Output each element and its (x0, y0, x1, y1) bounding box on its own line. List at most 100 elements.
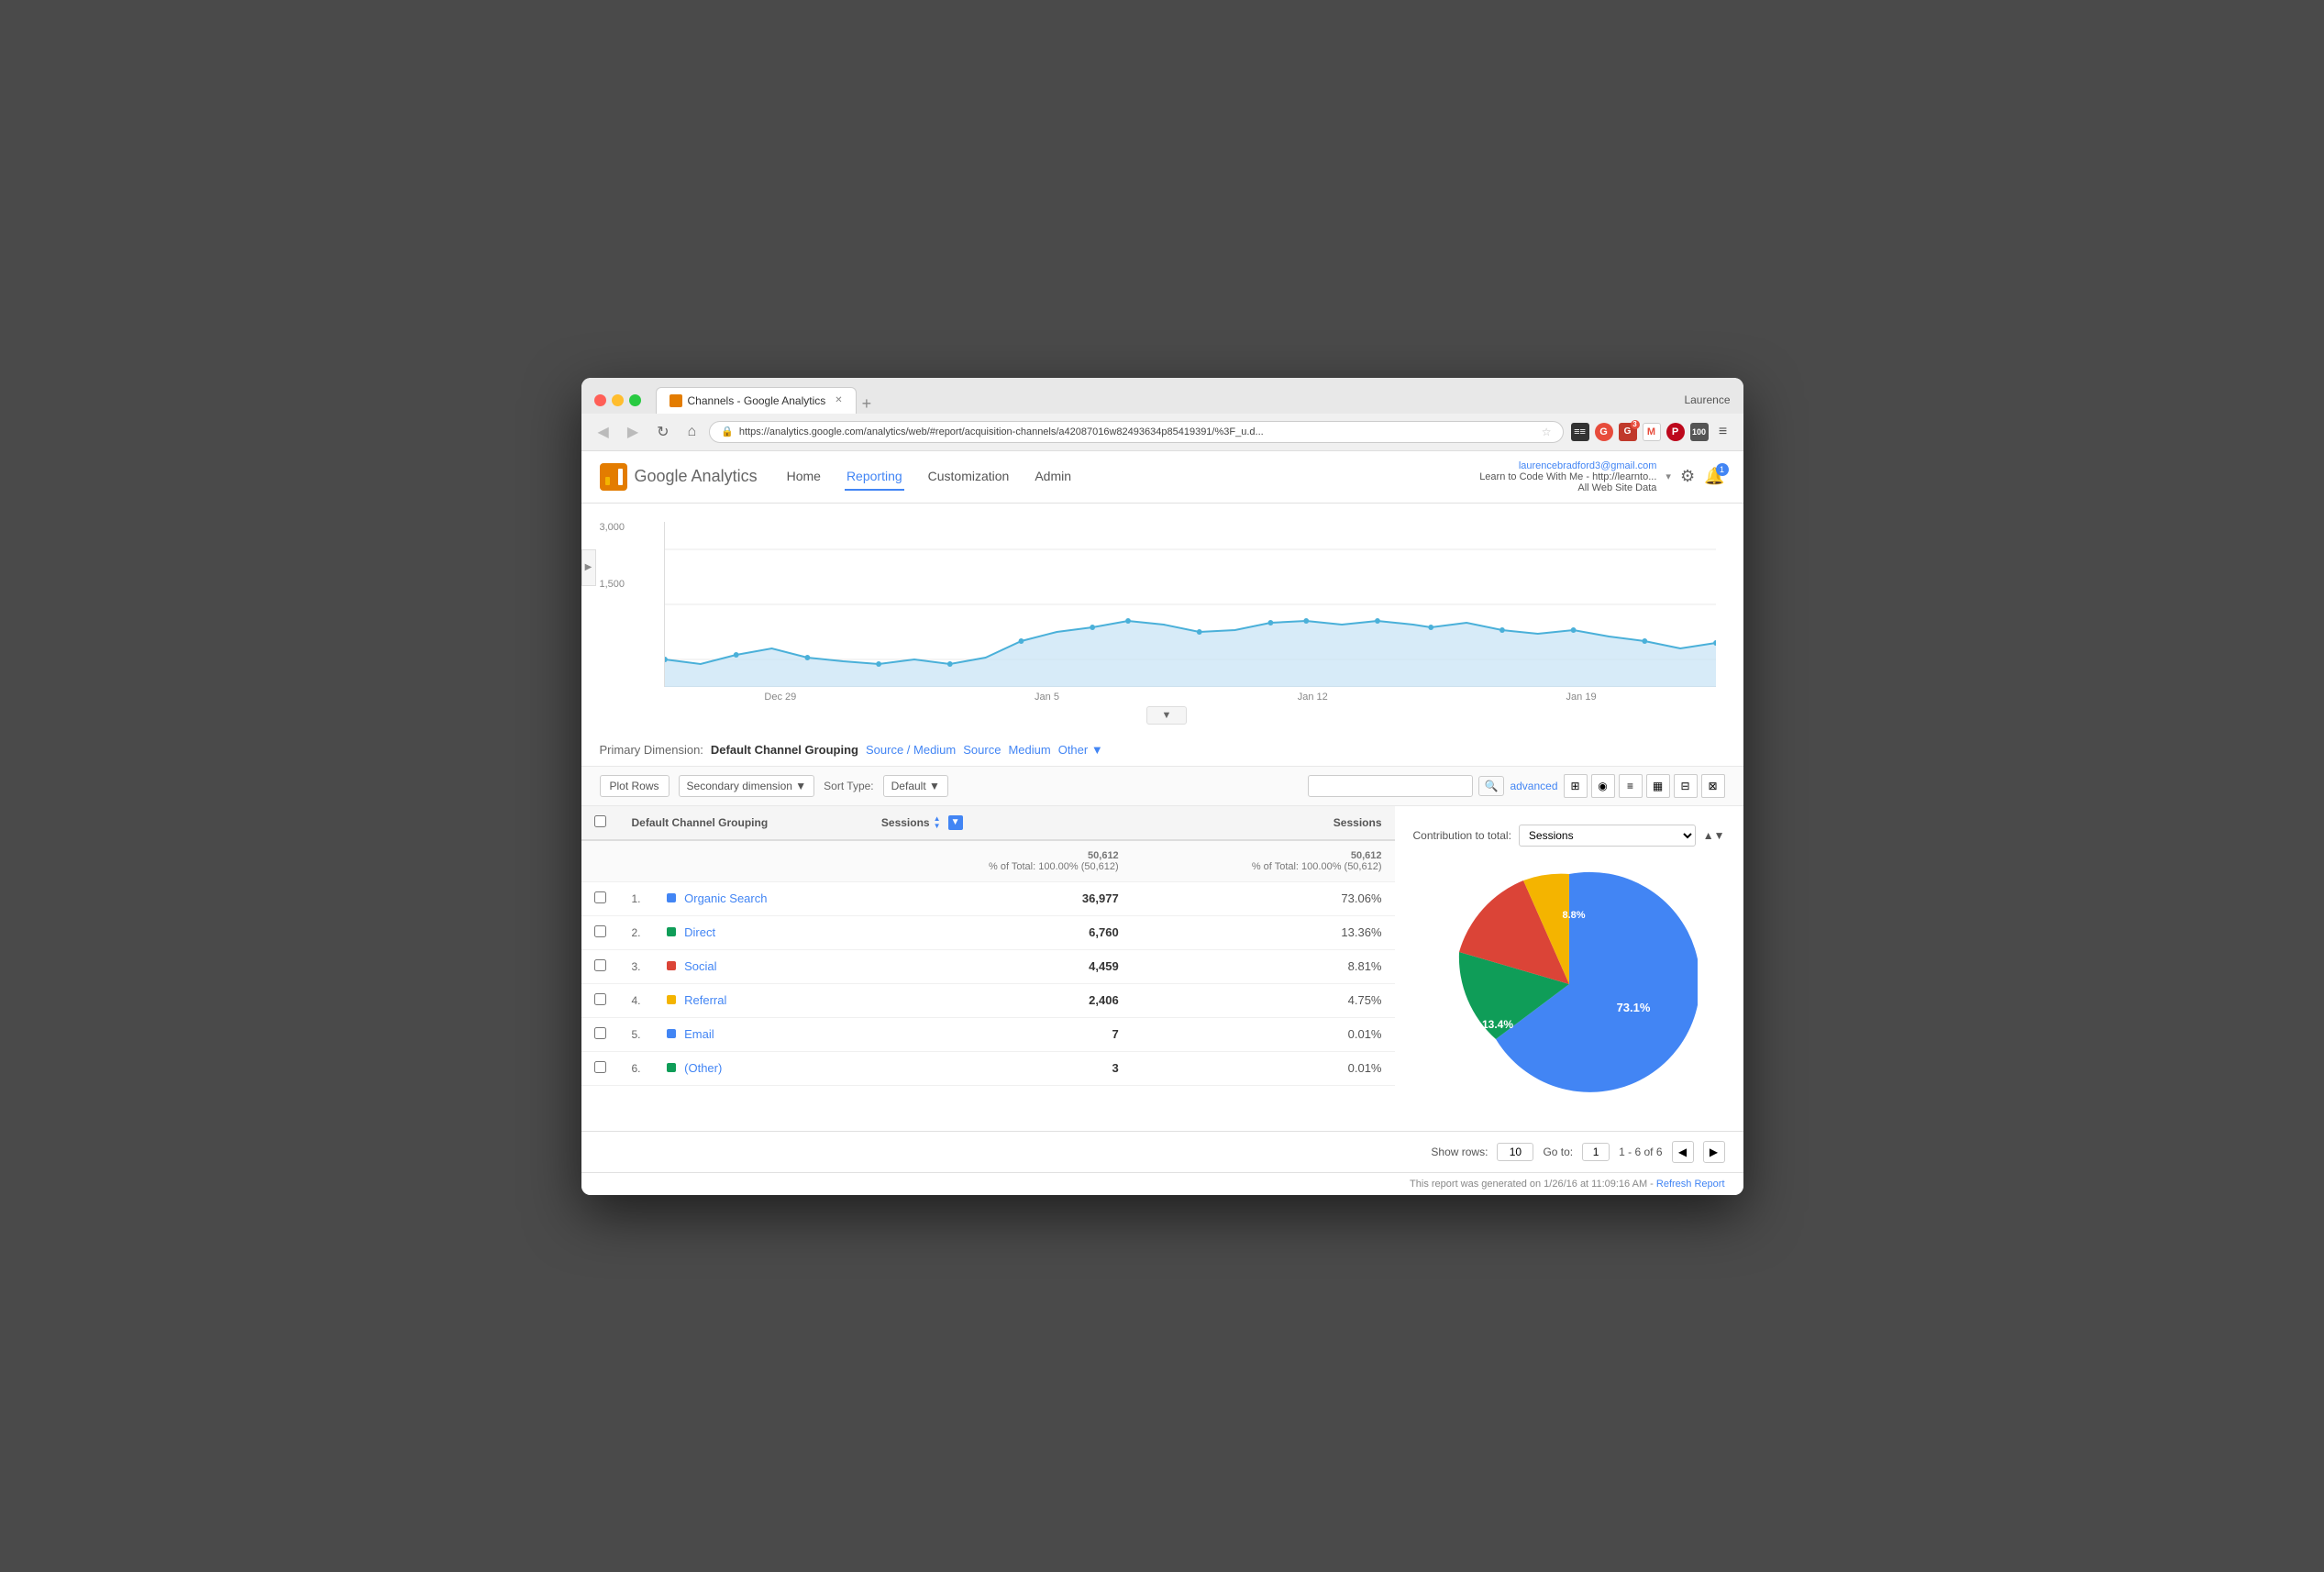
minimize-button[interactable] (612, 394, 624, 406)
channel-dot (667, 1029, 676, 1038)
view-table-icon[interactable]: ⊟ (1674, 774, 1698, 798)
row-num-5: 6. (619, 1051, 654, 1085)
row-checkbox[interactable] (594, 993, 606, 1005)
row-checkbox[interactable] (594, 1027, 606, 1039)
row-sessions-5: 3 (869, 1051, 1132, 1085)
row-checkbox[interactable] (594, 891, 606, 903)
secondary-dimension-dropdown[interactable]: Secondary dimension ▼ (679, 775, 815, 797)
browser-user-label: Laurence (1684, 393, 1730, 406)
row-num-3: 4. (619, 983, 654, 1017)
ext-icon-gmail[interactable]: M (1643, 423, 1661, 441)
search-input[interactable] (1308, 775, 1473, 797)
row-sessions-1: 6,760 (869, 915, 1132, 949)
row-checkbox[interactable] (594, 925, 606, 937)
bookmark-icon[interactable]: ☆ (1542, 426, 1552, 438)
total-pct-value: 50,612 % of Total: 100.00% (50,612) (1132, 840, 1395, 882)
notifications-area[interactable]: 🔔 1 (1704, 467, 1724, 486)
refresh-button[interactable]: ↻ (651, 421, 674, 443)
ext-icon-100[interactable]: 100 (1690, 423, 1709, 441)
plot-rows-button[interactable]: Plot Rows (600, 775, 670, 797)
row-pct-1: 13.36% (1132, 915, 1395, 949)
url-text: https://analytics.google.com/analytics/w… (739, 426, 1536, 437)
ext-icon-2[interactable]: G (1595, 423, 1613, 441)
row-checkbox-3 (581, 983, 619, 1017)
chart-expand-button[interactable]: ▼ (1146, 706, 1188, 725)
medium-link[interactable]: Medium (1008, 743, 1050, 757)
address-bar[interactable]: 🔒 https://analytics.google.com/analytics… (709, 421, 1563, 443)
browser-window: Channels - Google Analytics ✕ + Laurence… (581, 378, 1743, 1195)
rows-input[interactable] (1497, 1143, 1533, 1161)
view-grid-icon[interactable]: ⊞ (1564, 774, 1588, 798)
channel-link[interactable]: Email (684, 1027, 714, 1041)
other-link[interactable]: Other ▼ (1058, 743, 1103, 757)
row-pct-4: 0.01% (1132, 1017, 1395, 1051)
row-num-4: 5. (619, 1017, 654, 1051)
go-to-label: Go to: (1543, 1146, 1573, 1158)
ga-user-email: laurencebradford3@gmail.com (1479, 460, 1656, 471)
x-label-jan19: Jan 19 (1566, 692, 1597, 703)
svg-text:73.1%: 73.1% (1616, 1001, 1650, 1014)
new-tab-button[interactable]: + (857, 394, 878, 414)
tab-close-icon[interactable]: ✕ (835, 395, 842, 405)
sidebar-toggle[interactable]: ▶ (581, 549, 596, 586)
sort-arrows: ▲ ▼ (934, 815, 941, 830)
active-tab[interactable]: Channels - Google Analytics ✕ (656, 387, 857, 414)
source-medium-link[interactable]: Source / Medium (866, 743, 956, 757)
nav-admin[interactable]: Admin (1033, 463, 1073, 491)
page-input[interactable] (1582, 1143, 1610, 1161)
advanced-link[interactable]: advanced (1510, 780, 1557, 792)
home-button[interactable]: ⌂ (682, 422, 703, 442)
tab-title: Channels - Google Analytics (688, 394, 826, 407)
channel-link[interactable]: Direct (684, 925, 715, 939)
line-chart-container (664, 522, 1716, 687)
chart-expand: ▼ (618, 706, 1716, 725)
select-all-checkbox[interactable] (594, 815, 606, 827)
ga-nav: Home Reporting Customization Admin (785, 463, 1480, 491)
view-pie-icon[interactable]: ◉ (1591, 774, 1615, 798)
settings-icon[interactable]: ⚙ (1680, 467, 1695, 486)
view-list-icon[interactable]: ≡ (1619, 774, 1643, 798)
ga-user-area: laurencebradford3@gmail.com Learn to Cod… (1479, 460, 1724, 493)
total-label (581, 840, 869, 882)
view-bar-icon[interactable]: ▦ (1646, 774, 1670, 798)
menu-icon[interactable]: ≡ (1714, 423, 1732, 441)
sessions-header[interactable]: Sessions ▲ ▼ ▼ (869, 806, 1132, 840)
ext-icon-pinterest[interactable]: P (1666, 423, 1685, 441)
nav-home[interactable]: Home (785, 463, 823, 491)
prev-page-button[interactable]: ◀ (1672, 1141, 1694, 1163)
channel-link[interactable]: (Other) (684, 1061, 722, 1075)
row-checkbox-4 (581, 1017, 619, 1051)
row-checkbox[interactable] (594, 959, 606, 971)
nav-reporting[interactable]: Reporting (845, 463, 904, 491)
search-button[interactable]: 🔍 (1478, 776, 1505, 796)
main-content: ▶ 3,000 1,500 (581, 504, 1743, 1195)
nav-customization[interactable]: Customization (926, 463, 1012, 491)
dropdown-arrow[interactable]: ▾ (1666, 470, 1671, 482)
row-channel-5: (Other) (654, 1051, 869, 1085)
next-page-button[interactable]: ▶ (1703, 1141, 1725, 1163)
report-footer: This report was generated on 1/26/16 at … (581, 1172, 1743, 1195)
channel-link[interactable]: Referral (684, 993, 726, 1007)
row-checkbox-2 (581, 949, 619, 983)
sessions-sort-down[interactable]: ▼ (948, 815, 963, 830)
source-link[interactable]: Source (963, 743, 1001, 757)
back-button[interactable]: ◀ (592, 421, 614, 443)
row-pct-5: 0.01% (1132, 1051, 1395, 1085)
close-button[interactable] (594, 394, 606, 406)
forward-button[interactable]: ▶ (622, 421, 644, 443)
ext-icon-3[interactable]: G3 (1619, 423, 1637, 441)
channel-link[interactable]: Organic Search (684, 891, 767, 905)
row-checkbox[interactable] (594, 1061, 606, 1073)
select-all-header (581, 806, 619, 840)
channel-dot (667, 961, 676, 970)
view-pivot-icon[interactable]: ⊠ (1701, 774, 1725, 798)
sort-type-dropdown[interactable]: Default ▼ (883, 775, 948, 797)
layers-ext-icon[interactable]: ≡≡ (1571, 423, 1589, 441)
sort-type-label: Sort Type: (824, 780, 873, 792)
x-label-dec29: Dec 29 (764, 692, 796, 703)
contribution-select[interactable]: Sessions (1519, 825, 1696, 847)
maximize-button[interactable] (629, 394, 641, 406)
refresh-report-link[interactable]: Refresh Report (1656, 1179, 1725, 1190)
table-row: 5. Email 7 0.01% (581, 1017, 1395, 1051)
channel-link[interactable]: Social (684, 959, 716, 973)
